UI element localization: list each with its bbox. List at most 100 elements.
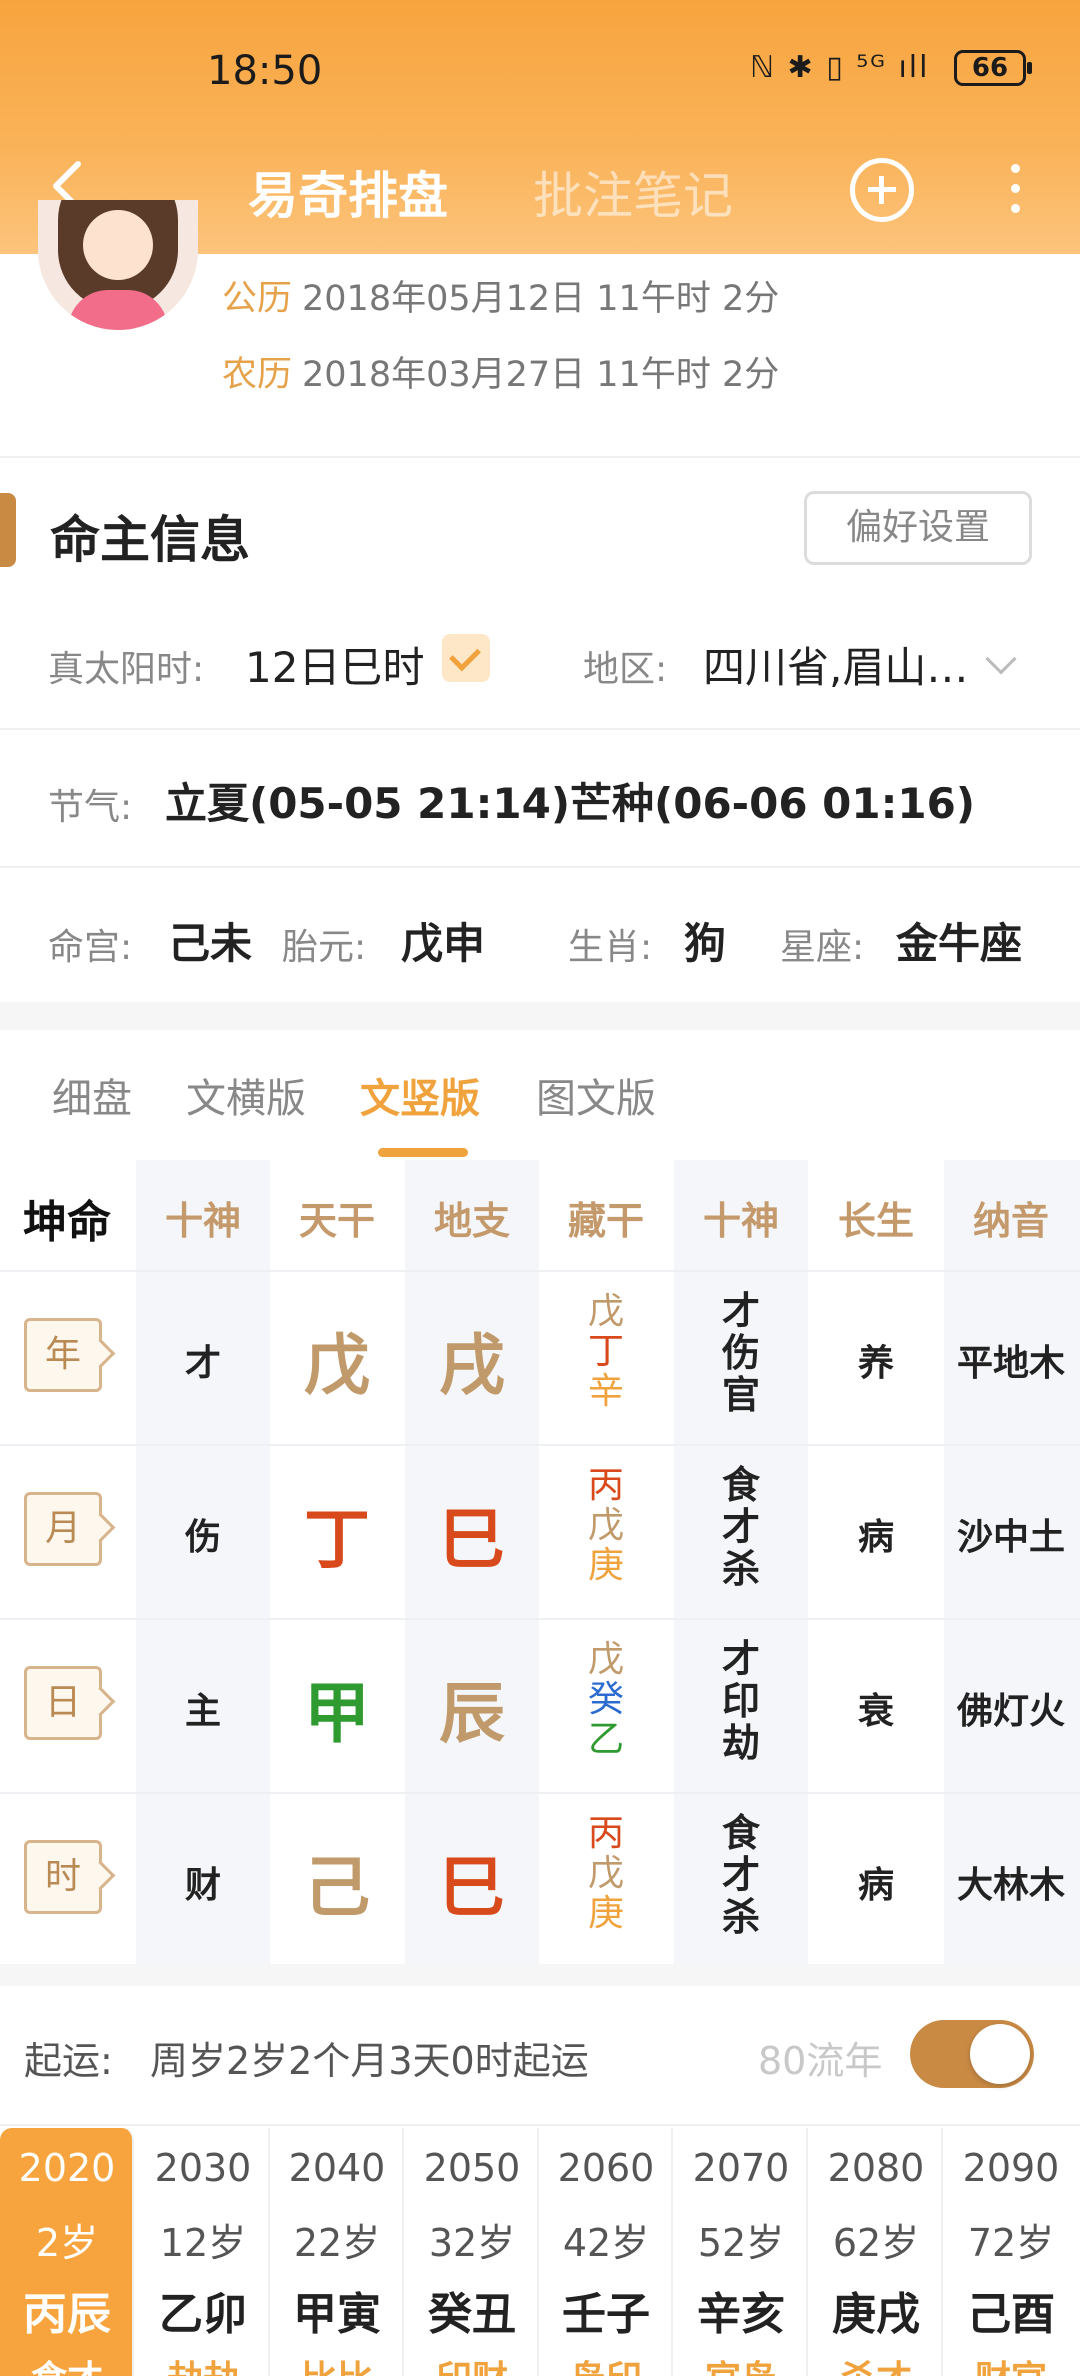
month-nayin: 沙中土	[956, 1517, 1065, 1558]
header-ten-gods: 十神	[164, 1199, 241, 1243]
header-nayin: 纳音	[972, 1199, 1049, 1243]
month-ten-god: 伤	[184, 1517, 221, 1558]
active-tab-indicator	[378, 1148, 468, 1157]
dayun-item[interactable]: 2080 62岁 庚戌 杀才	[809, 2128, 943, 2376]
solar-term-label: 节气:	[48, 787, 133, 828]
hour-life-stage: 病	[857, 1865, 894, 1906]
hidden-stem: 戊	[587, 1853, 624, 1894]
more-vertical-icon[interactable]	[1000, 160, 1030, 220]
day-ten-god: 主	[184, 1691, 221, 1732]
pillar-month-tag[interactable]: 月	[24, 1492, 102, 1566]
region-label: 地区:	[583, 649, 668, 690]
hour-ten-god: 财	[184, 1865, 221, 1906]
hour-hidden-ten-gods: 食 才 杀	[721, 1811, 760, 1939]
section-accent-bar	[0, 493, 16, 567]
month-branch: 巳	[439, 1501, 505, 1578]
hour-nayin: 大林木	[956, 1865, 1065, 1906]
preferences-button[interactable]: 偏好设置	[804, 491, 1032, 565]
column-shade	[944, 1160, 1080, 1964]
zodiac-label: 生肖:	[568, 927, 653, 968]
add-circle-icon[interactable]	[850, 158, 914, 222]
hidden-stem: 庚	[587, 1545, 624, 1586]
hidden-stem: 辛	[587, 1371, 624, 1412]
hidden-stem: 丁	[587, 1331, 624, 1372]
taiyuan-value: 戊申	[401, 919, 486, 968]
tab-text-horizontal[interactable]: 文横版	[186, 1066, 306, 1124]
day-nayin: 佛灯火	[956, 1691, 1065, 1732]
divider	[0, 866, 1080, 868]
dayun-item[interactable]: 2020 2岁 丙辰 食才	[0, 2128, 134, 2376]
tab-chart[interactable]: 易奇排盘	[248, 156, 448, 228]
solar-date-value: 2018年05月12日 11午时 2分	[302, 279, 780, 319]
section-title: 命主信息	[50, 511, 250, 569]
pillar-hour-tag[interactable]: 时	[24, 1840, 102, 1914]
month-life-stage: 病	[857, 1517, 894, 1558]
lunar-date-row: 农历 2018年03月27日 11午时 2分	[222, 346, 779, 397]
star-sign-value: 金牛座	[896, 919, 1023, 968]
day-branch: 辰	[439, 1675, 505, 1752]
dayun-item[interactable]: 2040 22岁 甲寅 比比	[270, 2128, 404, 2376]
solar-date-label: 公历	[222, 279, 293, 319]
minggong-value: 己未	[168, 919, 253, 968]
status-icons: ℕ ✱ ▯ ⁵ᴳ ıll	[750, 50, 930, 85]
solar-date-row: 公历 2018年05月12日 11午时 2分	[222, 270, 779, 321]
minggong-label: 命宫:	[48, 927, 133, 968]
day-stem: 甲	[304, 1675, 370, 1752]
year-life-stage: 养	[857, 1343, 894, 1384]
true-solar-time-value: 12日巳时	[245, 643, 425, 692]
hidden-stem: 丙	[587, 1813, 624, 1854]
year-hidden-stems: 戊 丁 辛	[539, 1292, 673, 1412]
dayun-item[interactable]: 2030 12岁 乙卯 劫劫	[136, 2128, 270, 2376]
flow-years-label: 80流年	[758, 2039, 883, 2083]
dayun-item[interactable]: 2090 72岁 己酉 财官	[944, 2128, 1078, 2376]
header-heavenly-stem: 天干	[298, 1199, 375, 1243]
dayun-item[interactable]: 2060 42岁 壬子 枭印	[539, 2128, 673, 2376]
divider	[0, 2124, 1080, 2126]
hidden-stem: 戊	[587, 1291, 624, 1332]
divider	[0, 456, 1080, 458]
lunar-date-label: 农历	[222, 355, 293, 395]
header-ten-gods-hidden: 十神	[702, 1199, 779, 1243]
dayun-item[interactable]: 2050 32岁 癸丑 印财	[405, 2128, 539, 2376]
header-life-stage: 长生	[837, 1199, 914, 1243]
tab-text-vertical[interactable]: 文竖版	[360, 1066, 480, 1124]
hidden-stem: 庚	[587, 1893, 624, 1934]
checkbox-checked-icon[interactable]	[442, 634, 490, 682]
year-hidden-ten-gods: 才 伤 官	[721, 1289, 760, 1417]
row-separator	[0, 1792, 1080, 1794]
row-separator	[0, 1618, 1080, 1620]
day-life-stage: 衰	[857, 1691, 894, 1732]
status-time: 18:50	[207, 48, 323, 94]
column-shade	[136, 1160, 270, 1964]
year-branch: 戌	[439, 1327, 505, 1404]
hour-stem: 己	[304, 1849, 370, 1926]
month-hidden-ten-gods: 食 才 杀	[721, 1463, 760, 1591]
zodiac-value: 狗	[684, 919, 727, 968]
hidden-stem: 戊	[587, 1639, 624, 1680]
hidden-stem: 乙	[587, 1719, 624, 1760]
day-hidden-ten-gods: 才 印 劫	[721, 1637, 760, 1765]
row-separator	[0, 1444, 1080, 1446]
month-stem: 丁	[304, 1501, 370, 1578]
row-separator	[0, 1270, 1080, 1272]
avatar[interactable]	[38, 200, 198, 330]
region-value[interactable]: 四川省,眉山…	[703, 634, 968, 695]
header-earthly-branch: 地支	[433, 1199, 510, 1243]
divider	[0, 728, 1080, 730]
pillar-day-tag[interactable]: 日	[24, 1666, 102, 1740]
tab-detailed[interactable]: 细盘	[52, 1066, 132, 1124]
day-hidden-stems: 戊 癸 乙	[539, 1640, 673, 1760]
true-solar-time-label: 真太阳时:	[48, 649, 205, 690]
chevron-down-icon[interactable]	[985, 643, 1017, 675]
hour-hidden-stems: 丙 戊 庚	[539, 1814, 673, 1934]
solar-term-value: 立夏(05-05 21:14)芒种(06-06 01:16)	[165, 779, 976, 828]
dayun-item[interactable]: 2070 52岁 辛亥 官枭	[674, 2128, 808, 2376]
hidden-stem: 癸	[587, 1679, 624, 1720]
flow-years-toggle[interactable]	[910, 2020, 1034, 2088]
header-hidden-stems: 藏干	[567, 1199, 644, 1243]
pillar-year-tag[interactable]: 年	[24, 1318, 102, 1392]
luck-start-label: 起运:	[24, 2039, 113, 2083]
star-sign-label: 星座:	[780, 927, 865, 968]
tab-graphic[interactable]: 图文版	[536, 1066, 656, 1124]
tab-notes[interactable]: 批注笔记	[533, 156, 733, 228]
